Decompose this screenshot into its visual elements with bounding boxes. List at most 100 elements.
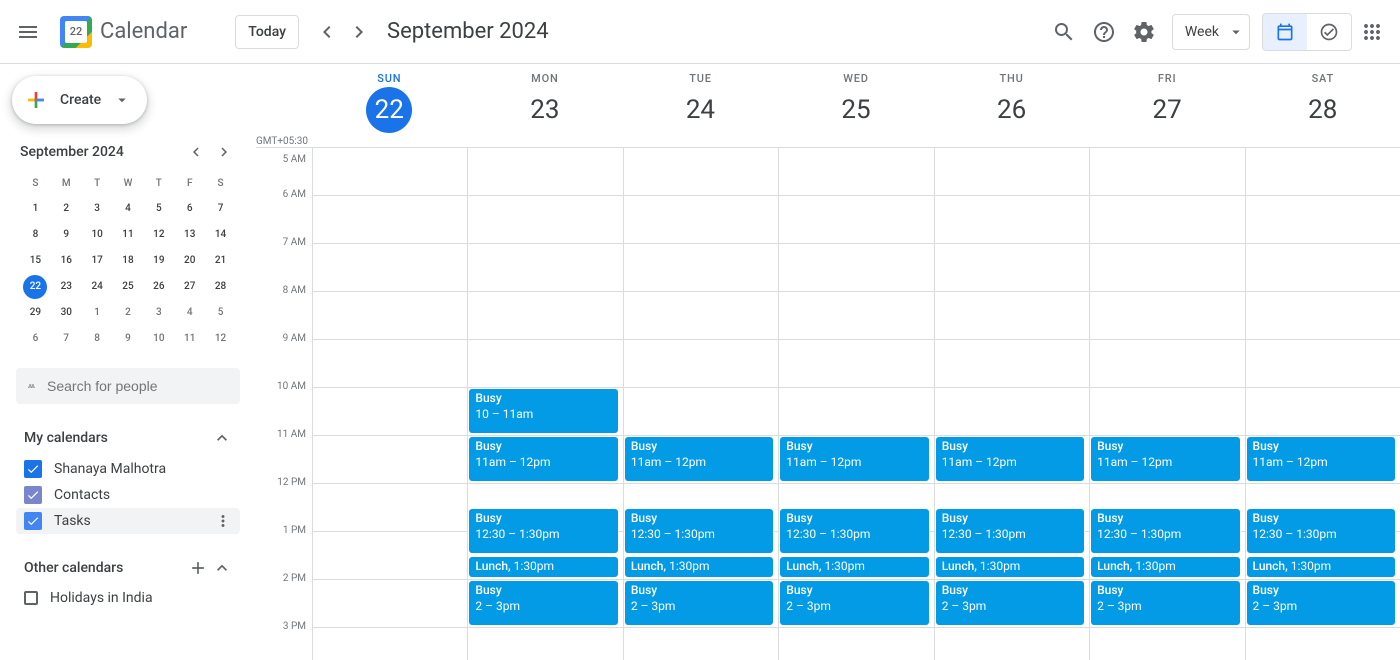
calendar-event[interactable]: Busy2 – 3pm (779, 580, 929, 626)
mini-day-cell[interactable]: 26 (147, 275, 171, 299)
mini-day-cell[interactable]: 12 (209, 327, 233, 351)
calendar-event[interactable]: Busy11am – 12pm (624, 436, 774, 482)
calendar-event[interactable]: Busy12:30 – 1:30pm (1246, 508, 1396, 554)
mini-day-cell[interactable]: 13 (178, 223, 202, 247)
calendar-event[interactable]: Lunch, 1:30pm (935, 556, 1085, 578)
mini-day-cell[interactable]: 11 (116, 223, 140, 247)
mini-day-cell[interactable]: 19 (147, 249, 171, 273)
mini-day-cell[interactable]: 3 (85, 197, 109, 221)
day-header[interactable]: WED25 (778, 64, 934, 147)
mini-day-cell[interactable]: 5 (147, 197, 171, 221)
day-header[interactable]: FRI27 (1089, 64, 1245, 147)
mini-day-cell[interactable]: 30 (54, 301, 78, 325)
calendar-event[interactable]: Busy2 – 3pm (468, 580, 618, 626)
mini-day-cell[interactable]: 10 (147, 327, 171, 351)
calendar-event[interactable]: Busy12:30 – 1:30pm (935, 508, 1085, 554)
calendar-event[interactable]: Busy10 – 11am (468, 388, 618, 434)
calendar-event[interactable]: Busy2 – 3pm (624, 580, 774, 626)
mini-day-cell[interactable]: 5 (209, 301, 233, 325)
calendar-list-item[interactable]: Contacts (16, 482, 240, 508)
day-column[interactable]: Busy11am – 12pm Busy12:30 – 1:30pmLunch, … (1245, 148, 1400, 660)
calendar-event[interactable]: Busy12:30 – 1:30pm (624, 508, 774, 554)
mini-day-cell[interactable]: 6 (178, 197, 202, 221)
calendar-event[interactable]: Busy11am – 12pm (935, 436, 1085, 482)
calendar-list-item[interactable]: Holidays in India (16, 586, 240, 610)
mini-day-cell[interactable]: 14 (209, 223, 233, 247)
mini-day-cell[interactable]: 6 (23, 327, 47, 351)
mini-next-button[interactable] (212, 140, 236, 164)
calendar-event[interactable]: Lunch, 1:30pm (779, 556, 929, 578)
other-calendars-toggle[interactable]: Other calendars (16, 550, 240, 586)
tasks-panel-button[interactable] (1307, 14, 1351, 50)
mini-day-cell[interactable]: 10 (85, 223, 109, 247)
calendar-event[interactable]: Lunch, 1:30pm (1090, 556, 1240, 578)
mini-day-cell[interactable]: 9 (116, 327, 140, 351)
plus-icon[interactable] (188, 558, 208, 578)
today-button[interactable]: Today (235, 15, 299, 49)
mini-day-cell[interactable]: 2 (54, 197, 78, 221)
mini-day-cell[interactable]: 8 (23, 223, 47, 247)
create-button[interactable]: Create (12, 76, 147, 124)
search-button[interactable] (1044, 12, 1084, 52)
calendar-event[interactable]: Busy2 – 3pm (1246, 580, 1396, 626)
day-column[interactable]: Busy10 – 11amBusy11am – 12pmBusy12:30 – … (467, 148, 622, 660)
mini-day-cell[interactable]: 2 (116, 301, 140, 325)
day-column[interactable]: Busy11am – 12pm Busy12:30 – 1:30pmLunch, … (778, 148, 933, 660)
mini-day-cell[interactable]: 15 (23, 249, 47, 273)
day-header[interactable]: TUE24 (622, 64, 778, 147)
calendar-options-button[interactable] (214, 512, 232, 530)
mini-day-cell[interactable]: 4 (116, 197, 140, 221)
day-column[interactable]: Busy11am – 12pm Busy12:30 – 1:30pmLunch, … (623, 148, 778, 660)
mini-day-cell[interactable]: 21 (209, 249, 233, 273)
calendar-checkbox[interactable] (24, 591, 38, 605)
mini-day-cell[interactable]: 20 (178, 249, 202, 273)
calendar-event[interactable]: Lunch, 1:30pm (624, 556, 774, 578)
mini-day-cell[interactable]: 22 (23, 275, 47, 299)
support-button[interactable] (1084, 12, 1124, 52)
calendar-checkbox[interactable] (24, 512, 42, 530)
calendar-event[interactable]: Busy12:30 – 1:30pm (468, 508, 618, 554)
search-people-field[interactable] (47, 378, 228, 394)
day-column[interactable]: Busy11am – 12pmBusy12:30 – 1:30pmLunch, … (1089, 148, 1244, 660)
my-calendars-toggle[interactable]: My calendars (16, 420, 240, 456)
mini-day-cell[interactable]: 17 (85, 249, 109, 273)
view-switcher[interactable]: Week (1172, 14, 1250, 50)
mini-day-cell[interactable]: 7 (54, 327, 78, 351)
calendar-event[interactable]: Busy2 – 3pm (1090, 580, 1240, 626)
day-header[interactable]: SAT28 (1244, 64, 1400, 147)
calendar-checkbox[interactable] (24, 460, 42, 478)
calendar-event[interactable]: Busy11am – 12pm (1090, 436, 1240, 482)
mini-day-cell[interactable]: 27 (178, 275, 202, 299)
mini-day-cell[interactable]: 3 (147, 301, 171, 325)
calendar-event[interactable]: Busy2 – 3pm (935, 580, 1085, 626)
search-people-input[interactable] (16, 368, 240, 404)
calendar-event[interactable]: Lunch, 1:30pm (468, 556, 618, 578)
mini-day-cell[interactable]: 18 (116, 249, 140, 273)
calendar-event[interactable]: Busy12:30 – 1:30pm (779, 508, 929, 554)
calendar-panel-button[interactable] (1263, 14, 1307, 50)
next-period-button[interactable] (343, 16, 375, 48)
mini-day-cell[interactable]: 1 (23, 197, 47, 221)
google-apps-button[interactable] (1352, 12, 1392, 52)
mini-day-cell[interactable]: 4 (178, 301, 202, 325)
mini-day-cell[interactable]: 11 (178, 327, 202, 351)
main-menu-button[interactable] (8, 12, 48, 52)
day-header[interactable]: THU26 (933, 64, 1089, 147)
mini-day-cell[interactable]: 16 (54, 249, 78, 273)
day-header[interactable]: MON23 (467, 64, 623, 147)
prev-period-button[interactable] (311, 16, 343, 48)
calendar-event[interactable]: Busy11am – 12pm (779, 436, 929, 482)
mini-day-cell[interactable]: 1 (85, 301, 109, 325)
settings-button[interactable] (1124, 12, 1164, 52)
mini-prev-button[interactable] (184, 140, 208, 164)
mini-day-cell[interactable]: 29 (23, 301, 47, 325)
day-column[interactable] (312, 148, 467, 660)
mini-day-cell[interactable]: 28 (209, 275, 233, 299)
calendar-list-item[interactable]: Shanaya Malhotra (16, 456, 240, 482)
calendar-event[interactable]: Busy11am – 12pm (1246, 436, 1396, 482)
calendar-checkbox[interactable] (24, 486, 42, 504)
day-column[interactable]: Busy11am – 12pm Busy12:30 – 1:30pmLunch, … (934, 148, 1089, 660)
mini-day-cell[interactable]: 8 (85, 327, 109, 351)
mini-day-cell[interactable]: 25 (116, 275, 140, 299)
calendar-event[interactable]: Lunch, 1:30pm (1246, 556, 1396, 578)
